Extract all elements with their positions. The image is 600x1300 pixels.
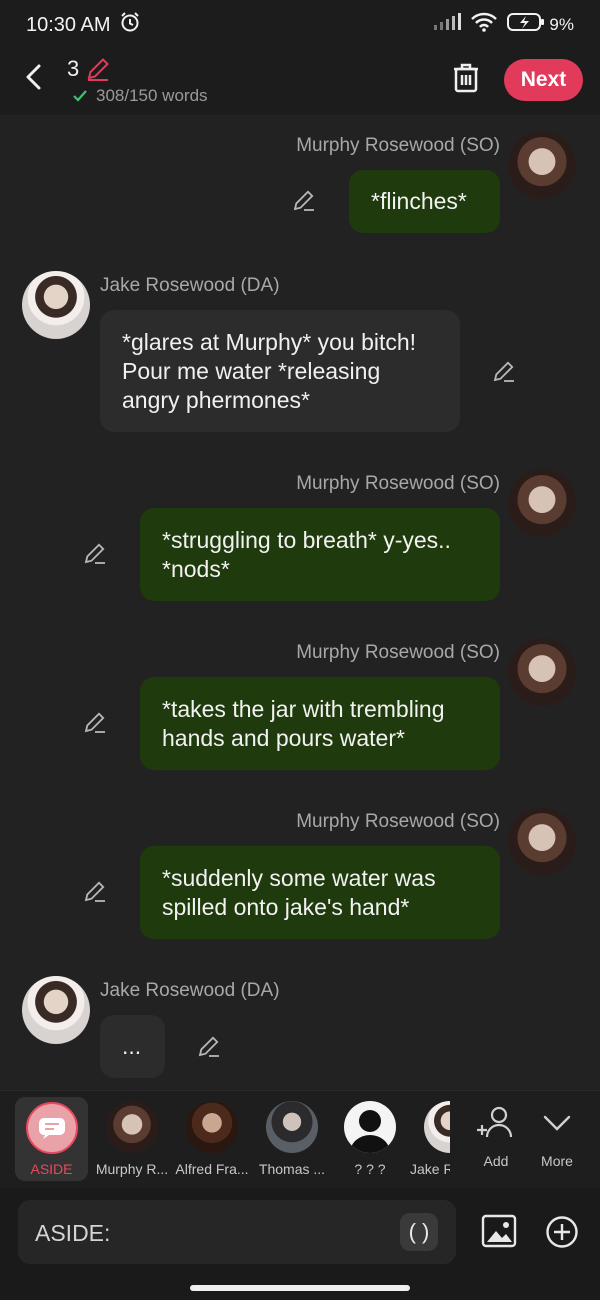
chat-area[interactable]: Murphy Rosewood (SO) *flinches* Jake Ros… — [0, 115, 600, 1090]
add-character-button[interactable]: Add — [466, 1091, 526, 1189]
status-bar: 10:30 AM 9% — [0, 0, 600, 50]
check-icon — [73, 90, 87, 102]
parentheses-button[interactable]: ( ) — [400, 1213, 438, 1251]
message-item: Murphy Rosewood (SO) *struggling to brea… — [0, 453, 600, 613]
character-chip[interactable]: Thomas ... — [252, 1091, 332, 1189]
avatar — [344, 1101, 396, 1153]
character-chip[interactable]: Jake R — [410, 1091, 450, 1189]
add-button[interactable] — [545, 1215, 579, 1254]
sender-name: Murphy Rosewood (SO) — [296, 811, 500, 832]
message-text: *glares at Murphy* you bitch! Pour me wa… — [122, 328, 417, 413]
edit-icon[interactable] — [82, 710, 108, 736]
message-text: ... — [122, 1033, 142, 1059]
message-text: *suddenly some water was spilled onto ja… — [162, 864, 436, 920]
message-bubble[interactable]: *glares at Murphy* you bitch! Pour me wa… — [100, 310, 460, 432]
character-label: Murphy R... — [95, 1161, 169, 1177]
sender-name: Jake Rosewood (DA) — [100, 980, 280, 1001]
avatar[interactable] — [508, 807, 576, 875]
signal-icon — [433, 13, 462, 37]
avatar[interactable] — [508, 638, 576, 706]
character-chip[interactable]: Murphy R... — [92, 1091, 172, 1189]
message-item: Murphy Rosewood (SO) *suddenly some wate… — [0, 791, 600, 951]
message-bubble[interactable]: ... — [100, 1015, 165, 1078]
status-right: 9% — [433, 12, 574, 38]
alarm-icon — [119, 11, 141, 39]
avatar — [266, 1101, 318, 1153]
status-time: 10:30 AM — [26, 13, 111, 36]
message-bubble[interactable]: *flinches* — [349, 170, 500, 233]
image-button[interactable] — [481, 1214, 517, 1253]
more-button[interactable]: More — [527, 1091, 587, 1189]
add-label: Add — [483, 1153, 509, 1169]
edit-pencil-icon — [87, 58, 110, 81]
battery: 9% — [507, 12, 574, 38]
message-text: *flinches* — [371, 188, 467, 214]
avatar[interactable] — [22, 271, 90, 339]
avatar[interactable] — [22, 976, 90, 1044]
add-person-icon — [477, 1106, 513, 1138]
chat-bubble-icon — [38, 1118, 65, 1139]
character-chip[interactable]: Alfred Fra... — [172, 1091, 252, 1189]
sender-name: Murphy Rosewood (SO) — [296, 135, 500, 156]
battery-percent: 9% — [549, 15, 574, 34]
character-label: Thomas ... — [258, 1161, 326, 1177]
character-chip[interactable]: ? ? ? — [330, 1091, 410, 1189]
message-item: Jake Rosewood (DA) ... — [0, 960, 600, 1085]
avatar — [424, 1101, 450, 1153]
sender-name: Murphy Rosewood (SO) — [296, 642, 500, 663]
character-label: Jake R — [410, 1161, 450, 1177]
next-button[interactable]: Next — [504, 59, 583, 101]
sender-name: Murphy Rosewood (SO) — [296, 473, 500, 494]
edit-icon[interactable] — [82, 879, 108, 905]
avatar — [186, 1101, 238, 1153]
header: 3 308/150 words Next — [0, 50, 600, 114]
character-label: ? ? ? — [354, 1161, 386, 1177]
message-input[interactable]: ASIDE: ( ) — [18, 1200, 456, 1264]
composer-bar: ASIDE: ( ) — [0, 1188, 600, 1300]
character-bar: ASIDE Murphy R... Alfred Fra... Thomas .… — [0, 1090, 600, 1188]
battery-charging-icon — [507, 12, 545, 38]
message-input-text: ASIDE: — [35, 1220, 111, 1246]
home-indicator[interactable] — [190, 1285, 410, 1291]
message-item: Murphy Rosewood (SO) *flinches* — [0, 115, 600, 245]
image-icon — [481, 1214, 517, 1248]
avatar — [106, 1101, 158, 1153]
plus-circle-icon — [546, 1216, 578, 1248]
word-count: 308/150 words — [72, 86, 208, 106]
edit-icon[interactable] — [82, 541, 108, 567]
back-button[interactable] — [22, 62, 48, 92]
edit-icon[interactable] — [491, 359, 517, 385]
chevron-left-icon — [26, 64, 41, 90]
message-text: *takes the jar with trembling hands and … — [162, 695, 445, 751]
edit-icon[interactable] — [291, 188, 317, 214]
aside-avatar — [25, 1102, 78, 1154]
avatar[interactable] — [508, 469, 576, 537]
message-bubble[interactable]: *takes the jar with trembling hands and … — [140, 677, 500, 770]
chevron-down-icon — [543, 1115, 571, 1131]
message-item: Jake Rosewood (DA) *glares at Murphy* yo… — [0, 255, 600, 445]
message-bubble[interactable]: *suddenly some water was spilled onto ja… — [140, 846, 500, 939]
unknown-person-icon — [350, 1110, 390, 1153]
message-item: Murphy Rosewood (SO) *takes the jar with… — [0, 622, 600, 782]
message-number: 3 — [67, 56, 80, 81]
character-label: Alfred Fra... — [175, 1161, 249, 1177]
message-number-title[interactable]: 3 — [67, 56, 111, 82]
word-count-text: 308/150 words — [96, 86, 208, 105]
trash-icon — [454, 63, 478, 93]
sender-name: Jake Rosewood (DA) — [100, 275, 280, 296]
message-bubble[interactable]: *struggling to breath* y-yes.. *nods* — [140, 508, 500, 601]
avatar[interactable] — [508, 131, 576, 199]
delete-button[interactable] — [451, 62, 481, 99]
more-label: More — [541, 1153, 573, 1169]
aside-label: ASIDE — [30, 1161, 73, 1177]
message-text: *struggling to breath* y-yes.. *nods* — [162, 526, 451, 582]
wifi-icon — [471, 12, 498, 38]
status-left: 10:30 AM — [26, 11, 141, 39]
edit-icon[interactable] — [196, 1034, 222, 1060]
aside-chip[interactable]: ASIDE — [15, 1097, 88, 1181]
